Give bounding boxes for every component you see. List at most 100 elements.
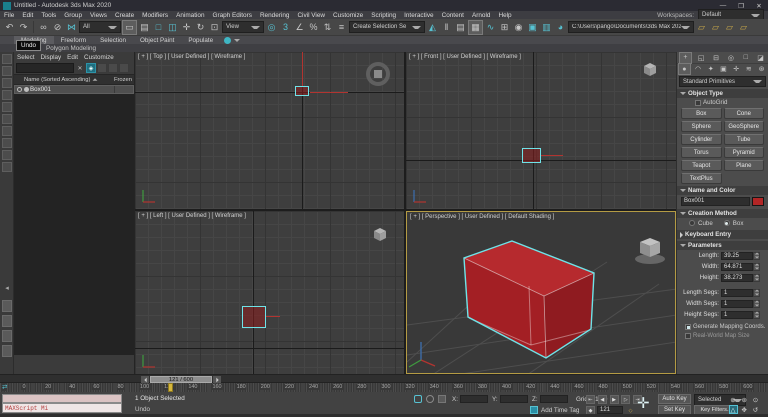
explorer-tool-icon[interactable] (2, 126, 12, 136)
helpers-category[interactable]: ✛ (731, 64, 742, 74)
menu-help[interactable]: Help (494, 12, 515, 19)
lock-explorer-button[interactable] (97, 63, 107, 73)
keyboard-entry-rollout-header[interactable]: Keyboard Entry (677, 230, 768, 239)
list-view-button[interactable] (108, 63, 118, 73)
field-of-view-icon[interactable]: △ (729, 405, 738, 414)
maxscript-mini-listener[interactable]: MAXScript Mi (2, 403, 122, 413)
name-column-header[interactable]: Name (Sorted Ascending) (14, 77, 90, 83)
viewport-perspective-label[interactable]: [ + ] [ Perspective ] [ User Defined ] [… (410, 214, 554, 220)
hierarchy-view-button[interactable] (119, 63, 129, 73)
search-input[interactable] (16, 63, 74, 73)
sphere-button[interactable]: Sphere (681, 121, 722, 132)
height-segs-spinner[interactable] (753, 311, 760, 319)
object-type-rollout-header[interactable]: Object Type (677, 89, 768, 98)
select-by-name-button[interactable]: ▤ (138, 21, 151, 34)
explorer-tool-icon[interactable] (2, 54, 12, 64)
width-spinner[interactable] (753, 263, 760, 271)
cameras-category[interactable]: ▣ (718, 64, 729, 74)
viewport-perspective[interactable]: [ + ] [ Perspective ] [ User Defined ] [… (406, 211, 676, 374)
auto-key-button[interactable]: Auto Key (658, 394, 691, 404)
viewcube-left[interactable] (372, 227, 388, 243)
explorer-tool-icon[interactable] (2, 114, 12, 124)
layer-manager-button[interactable]: ▤ (454, 21, 467, 34)
explorer-tool-icon[interactable] (2, 150, 12, 160)
toggle-ribbon-button[interactable]: ▦ (468, 20, 483, 35)
explorer-tool-icon[interactable] (2, 162, 12, 172)
track-bar-toggle-icon[interactable]: ⇄ (2, 383, 7, 391)
box-button[interactable]: Box (681, 108, 722, 119)
find-button[interactable]: ◈ (86, 63, 96, 73)
coordinate-display-icon[interactable] (438, 395, 446, 403)
explorer-tool-icon[interactable] (2, 78, 12, 88)
shapes-category[interactable]: ◠ (693, 64, 704, 74)
project-folder-dropdown[interactable]: C:\Users\pango\Documents\3ds Max 2020 (568, 21, 694, 33)
layout-preset-button[interactable] (2, 315, 12, 327)
redo-button[interactable]: ↷ (17, 21, 30, 34)
frozen-column-header[interactable]: Frozen (114, 77, 134, 83)
tube-button[interactable]: Tube (724, 134, 765, 145)
selection-lock-toggle[interactable] (414, 395, 422, 403)
percent-snap-button[interactable]: % (307, 21, 320, 34)
selection-filter-dropdown[interactable]: All (79, 21, 121, 33)
width-segs-spinner[interactable] (753, 300, 760, 308)
geometry-category[interactable]: ● (678, 63, 691, 75)
minimize-button[interactable]: — (714, 2, 732, 9)
use-pivot-center-button[interactable]: ◎ (265, 21, 278, 34)
explorer-menu-select[interactable]: Select (14, 54, 38, 61)
align-button[interactable]: ‖ (440, 21, 453, 34)
unlink-selection-icon[interactable]: ⊘ (51, 21, 64, 34)
cylinder-button[interactable]: Cylinder (681, 134, 722, 145)
viewport-top-label[interactable]: [ + ] [ Top ] [ User Defined ] [ Wirefra… (138, 54, 245, 60)
menu-rendering[interactable]: Rendering (256, 12, 294, 19)
window-crossing-button[interactable]: ◫ (166, 21, 179, 34)
save-folder-icon[interactable]: ▱ (723, 21, 736, 34)
hierarchy-tab[interactable]: ⊟ (711, 53, 722, 63)
open-folder-icon[interactable]: ▱ (709, 21, 722, 34)
cone-button[interactable]: Cone (724, 108, 765, 119)
explorer-tool-icon[interactable] (2, 90, 12, 100)
render-production-button[interactable]: ◕ (554, 21, 567, 34)
menu-tools[interactable]: Tools (37, 12, 60, 19)
real-world-checkbox[interactable] (685, 333, 691, 339)
teapot-button[interactable]: Teapot (681, 160, 722, 171)
object-name[interactable]: Box001 (30, 86, 51, 93)
select-and-rotate-button[interactable]: ↻ (194, 21, 207, 34)
current-frame-marker[interactable] (168, 383, 173, 392)
frozen-cell[interactable] (114, 86, 133, 93)
ribbon-tab-selection[interactable]: Selection (93, 36, 133, 44)
previous-frame-button[interactable]: ◀ (598, 395, 607, 404)
current-frame-field[interactable]: 121 (597, 406, 623, 414)
height-spinner[interactable] (753, 274, 760, 282)
material-editor-button[interactable]: ◉ (512, 21, 525, 34)
motion-tab[interactable]: ◎ (725, 53, 736, 63)
length-field[interactable]: 39.25 (721, 252, 753, 260)
menu-arnold[interactable]: Arnold (468, 12, 494, 19)
import-folder-icon[interactable]: ▱ (695, 21, 708, 34)
textplus-button[interactable]: TextPlus (681, 173, 722, 184)
length-segs-field[interactable]: 1 (721, 289, 753, 297)
menu-scripting[interactable]: Scripting (367, 12, 400, 19)
ribbon-panel-polygon-modeling[interactable]: Polygon Modeling (46, 45, 96, 52)
selected-box-top-view[interactable] (295, 86, 309, 96)
select-object-button[interactable]: ▭ (122, 20, 137, 35)
height-field[interactable]: 38.273 (721, 274, 753, 282)
explorer-tool-icon[interactable] (2, 66, 12, 76)
viewport-top[interactable]: [ + ] [ Top ] [ User Defined ] [ Wirefra… (135, 52, 404, 209)
explorer-tool-icon[interactable] (2, 138, 12, 148)
add-time-tag-label[interactable]: Add Time Tag (541, 407, 579, 414)
y-coordinate-field[interactable] (500, 395, 528, 403)
viewcube-top[interactable] (366, 62, 390, 86)
orbit-icon[interactable]: ↺ (751, 405, 760, 414)
menu-content[interactable]: Content (438, 12, 468, 19)
time-slider-track[interactable]: 121 / 600 (0, 374, 768, 383)
explorer-menu-edit[interactable]: Edit (64, 54, 81, 61)
layout-preset-button[interactable] (2, 330, 12, 342)
pan-icon[interactable]: ✥ (740, 405, 749, 414)
plane-button[interactable]: Plane (724, 160, 765, 171)
zoom-extents-icon[interactable]: ⊙ (751, 395, 760, 404)
time-slider-handle[interactable]: 121 / 600 (150, 376, 212, 383)
length-segs-spinner[interactable] (753, 289, 760, 297)
menu-modifiers[interactable]: Modifiers (138, 12, 172, 19)
selected-box-left-view[interactable] (242, 306, 266, 328)
menu-animation[interactable]: Animation (172, 12, 208, 19)
